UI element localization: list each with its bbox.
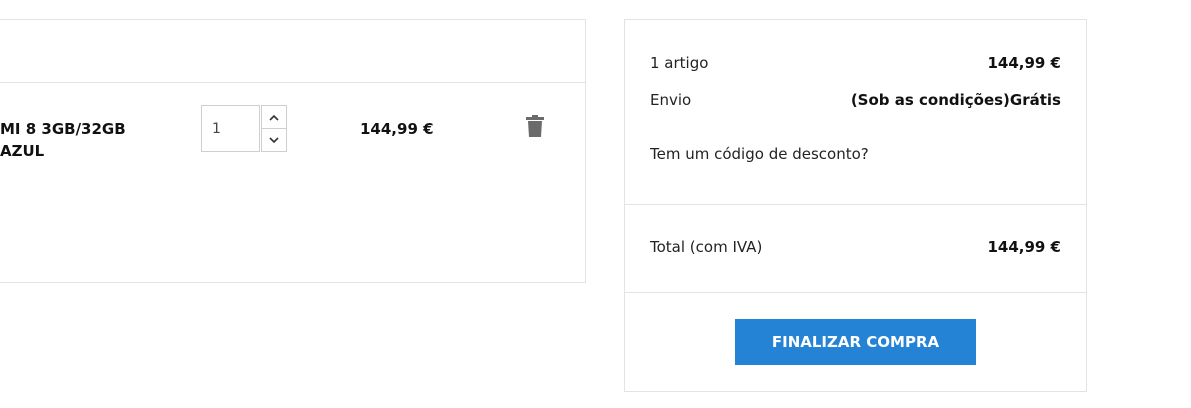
- quantity-buttons: [261, 105, 287, 154]
- quantity-increase-button[interactable]: [261, 105, 287, 129]
- chevron-down-icon: [269, 136, 279, 143]
- summary-divider-1: [625, 204, 1086, 205]
- product-name[interactable]: MI 8 3GB/32GB AZUL: [0, 118, 160, 162]
- shipping-value: (Sob as condições)Grátis: [850, 91, 1061, 109]
- product-name-line2: AZUL: [0, 142, 45, 160]
- shipping-row: Envio (Sob as condições)Grátis: [650, 91, 1061, 109]
- total-value: 144,99 €: [987, 238, 1061, 256]
- order-summary: 1 artigo 144,99 € Envio (Sob as condiçõe…: [624, 19, 1087, 392]
- discount-code-link[interactable]: Tem um código de desconto?: [650, 145, 869, 163]
- summary-divider-2: [625, 292, 1086, 293]
- total-row: Total (com IVA) 144,99 €: [650, 238, 1061, 256]
- chevron-up-icon: [269, 114, 279, 121]
- cart-panel: MI 8 3GB/32GB AZUL 144,99 €: [0, 19, 586, 283]
- cart-header-divider: [0, 82, 585, 83]
- shipping-label: Envio: [650, 91, 692, 109]
- items-row: 1 artigo 144,99 €: [650, 54, 1061, 72]
- quantity-input[interactable]: [201, 105, 260, 152]
- trash-icon[interactable]: [526, 115, 544, 137]
- product-price: 144,99 €: [360, 120, 434, 138]
- product-name-line1: MI 8 3GB/32GB: [0, 120, 126, 138]
- checkout-button[interactable]: FINALIZAR COMPRA: [735, 319, 976, 365]
- quantity-decrease-button[interactable]: [261, 128, 287, 152]
- quantity-stepper: [201, 105, 287, 154]
- items-subtotal: 144,99 €: [987, 54, 1061, 72]
- items-count-label: 1 artigo: [650, 54, 709, 72]
- total-label: Total (com IVA): [650, 238, 763, 256]
